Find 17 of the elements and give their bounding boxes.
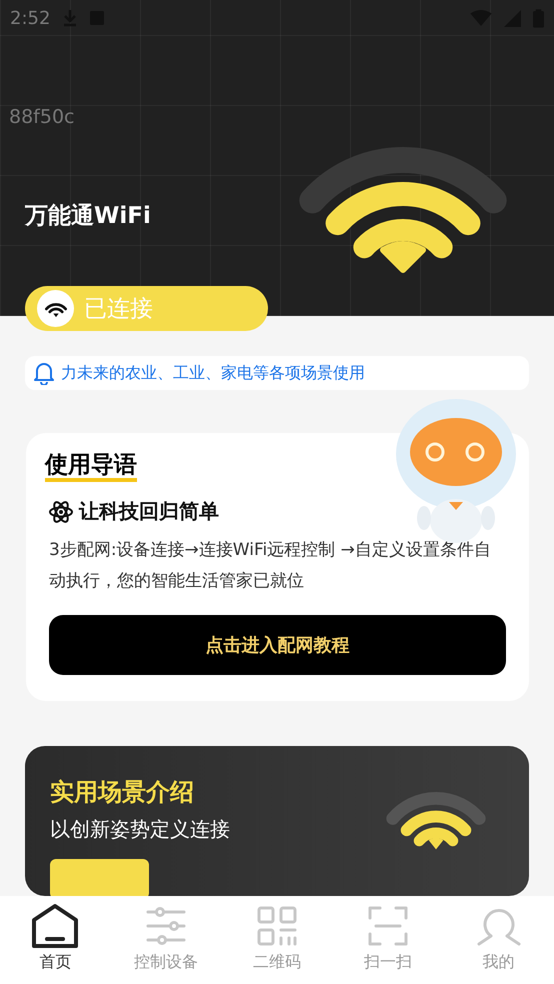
view-button[interactable]: [50, 859, 149, 896]
device-code: 88f50c: [9, 106, 74, 128]
status-time: 2:52: [10, 8, 50, 28]
card-title: 使用导语: [45, 453, 137, 482]
bell-icon: [33, 361, 55, 386]
atom-icon: [49, 500, 73, 524]
card-description: 3步配网:设备连接→连接WiFi远程控制 →自定义设置条件自动执行，您的智能生活管家已就位: [49, 539, 492, 594]
notice-text: 力未来的农业、工业、家电等各项场景使用: [61, 362, 365, 384]
home-icon: [31, 902, 80, 950]
tutorial-button[interactable]: 点击进入配网教程: [49, 615, 506, 676]
wifi-signal-icon: [470, 10, 492, 26]
banner-subtitle: 以创新姿势定义连接: [50, 816, 230, 843]
app-title: 万能通WiFi: [25, 202, 151, 231]
download-icon: [62, 9, 78, 27]
connection-label: 已连接: [84, 295, 153, 324]
banner-title: 实用场景介绍: [50, 777, 194, 808]
card-subtitle: 让科技回归简单: [79, 498, 219, 526]
